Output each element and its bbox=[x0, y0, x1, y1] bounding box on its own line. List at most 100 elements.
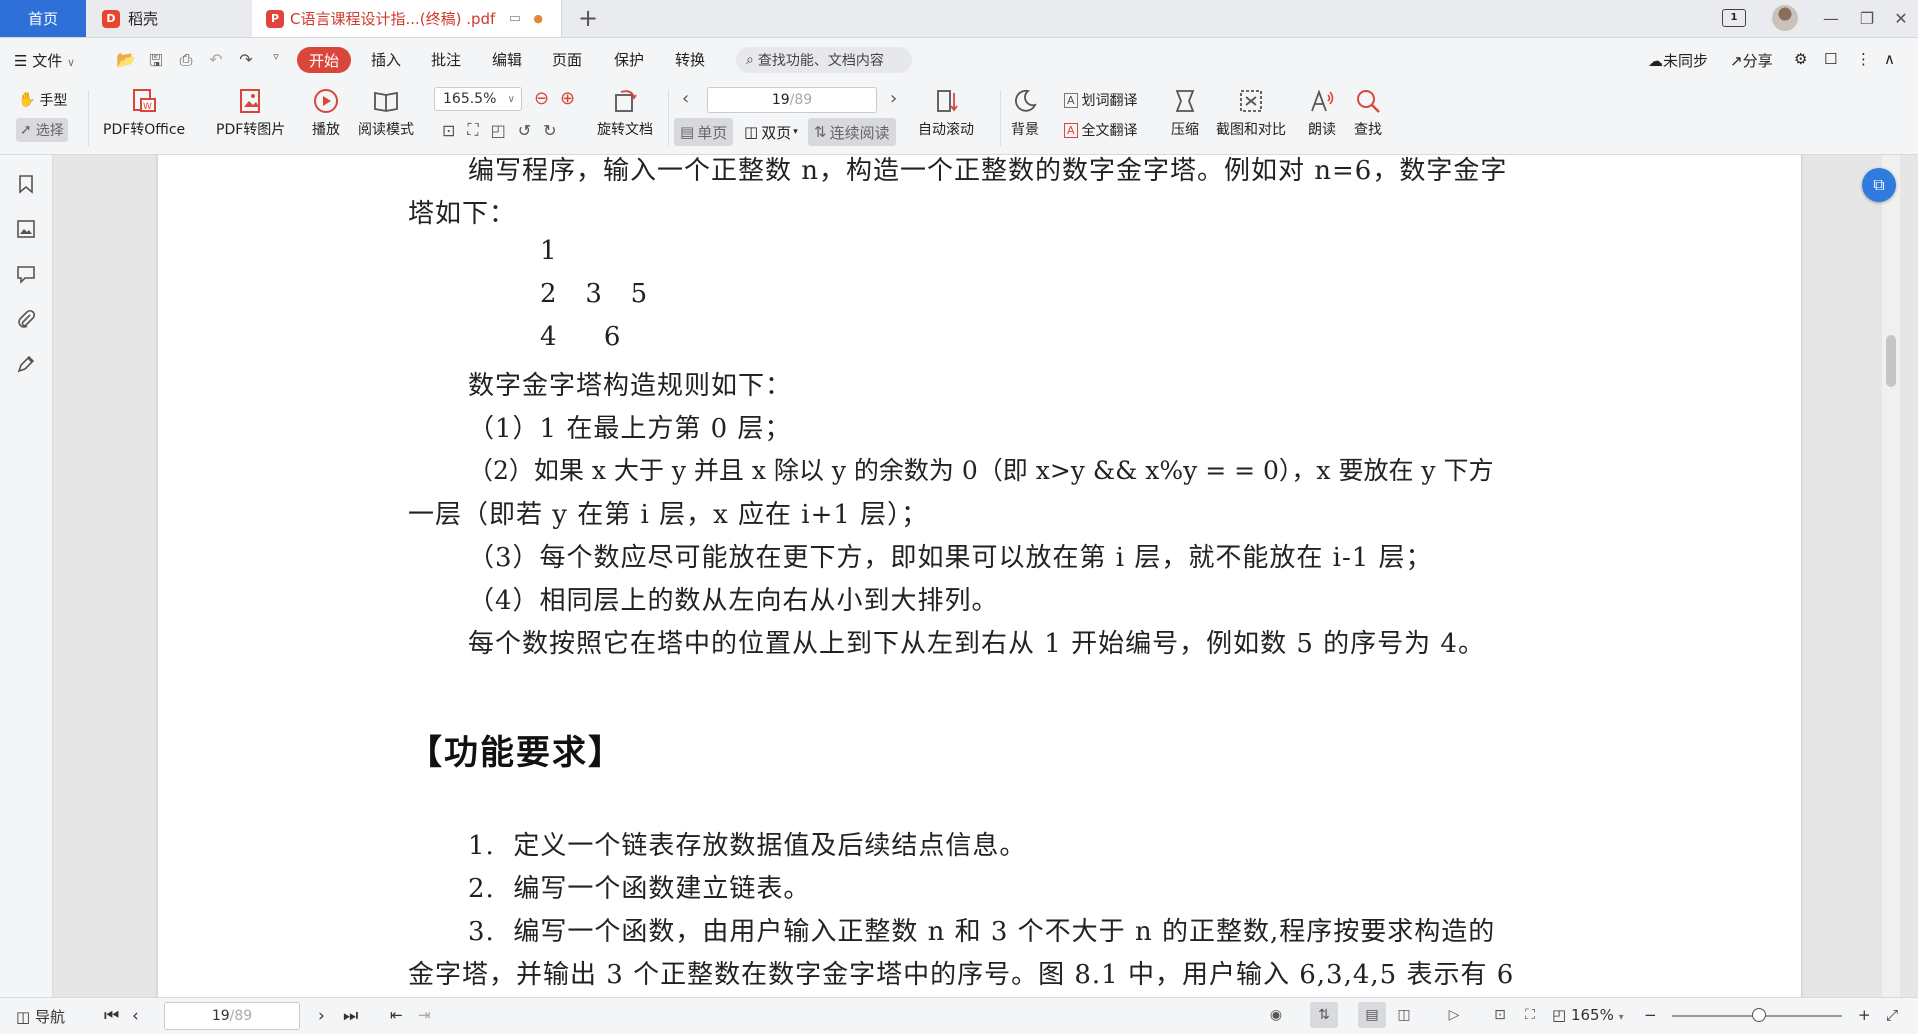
search-input[interactable]: ⌕ 查找功能、文档内容 bbox=[736, 47, 912, 73]
select-tool-button[interactable]: ➚ 选择 bbox=[16, 118, 68, 142]
double-page-icon[interactable]: ◫ bbox=[1390, 1002, 1418, 1028]
floating-tool-button[interactable]: ⧉ bbox=[1862, 168, 1896, 202]
double-page-button[interactable]: ◫ 双页 ▾ bbox=[738, 118, 804, 146]
print-icon[interactable]: ⎙ bbox=[176, 50, 196, 77]
compress-label: 压缩 bbox=[1171, 122, 1199, 138]
zoom-out-icon[interactable]: ⊖ bbox=[534, 88, 549, 109]
close-button[interactable]: ✕ bbox=[1882, 0, 1918, 37]
actual-size-icon[interactable]: ⊡ bbox=[1486, 1002, 1514, 1028]
page-number-input[interactable]: 19/89 bbox=[707, 87, 877, 113]
background-label: 背景 bbox=[1011, 122, 1039, 138]
full-translate-button[interactable]: A 全文翻译 bbox=[1064, 120, 1138, 140]
sync-button[interactable]: ☁未同步 bbox=[1648, 50, 1708, 71]
window-count-icon[interactable]: 1 bbox=[1722, 9, 1746, 27]
prev-page-icon[interactable]: ‹ bbox=[132, 1006, 139, 1026]
save-icon[interactable]: 🖫 bbox=[146, 50, 166, 77]
collapse-ribbon-icon[interactable]: ∧ bbox=[1884, 50, 1895, 68]
compress-button[interactable]: 压缩 bbox=[1170, 86, 1200, 139]
word-translate-button[interactable]: A 划词翻译 bbox=[1064, 90, 1138, 110]
signature-icon[interactable] bbox=[15, 353, 37, 375]
menu-tab-edit[interactable]: 编辑 bbox=[492, 49, 522, 70]
menu-tab-convert[interactable]: 转换 bbox=[675, 49, 705, 70]
next-page-icon[interactable]: › bbox=[890, 88, 897, 109]
cloud-icon: ☁ bbox=[1648, 52, 1663, 70]
scrollbar-thumb[interactable] bbox=[1886, 335, 1896, 387]
undo-icon[interactable]: ↶ bbox=[206, 50, 226, 77]
customize-icon[interactable]: ▿ bbox=[266, 50, 286, 77]
hand-tool-button[interactable]: ✋ 手型 bbox=[18, 90, 67, 110]
play-button[interactable]: 播放 bbox=[311, 86, 341, 139]
eye-protection-icon[interactable]: ◉ bbox=[1262, 1002, 1290, 1028]
zoom-slider-knob[interactable] bbox=[1752, 1008, 1766, 1022]
settings-icon[interactable]: ⚙ bbox=[1794, 50, 1807, 68]
avatar[interactable] bbox=[1772, 5, 1798, 31]
pdf-to-image-button[interactable]: PDF转图片 bbox=[216, 86, 285, 139]
thumbnail-icon[interactable] bbox=[15, 218, 37, 240]
monitor-icon[interactable]: ▭ bbox=[509, 11, 521, 26]
find-button[interactable]: 查找 bbox=[1353, 86, 1383, 139]
pdf-to-office-button[interactable]: W PDF转Office bbox=[103, 86, 185, 139]
moon-icon bbox=[1010, 86, 1040, 116]
file-menu-label: 文件 bbox=[32, 52, 63, 70]
rotate-right-icon[interactable]: ↻ bbox=[543, 121, 556, 140]
zoom-in-icon[interactable]: + bbox=[1858, 1006, 1871, 1024]
rotate-left-icon[interactable]: ↺ bbox=[518, 121, 531, 140]
background-button[interactable]: 背景 bbox=[1010, 86, 1040, 139]
menu-tab-page[interactable]: 页面 bbox=[552, 49, 582, 70]
more-icon[interactable]: ⋮ bbox=[1856, 50, 1871, 68]
tab-home[interactable]: 首页 bbox=[0, 0, 86, 37]
file-menu[interactable]: ☰ 文件 ∨ bbox=[14, 50, 75, 71]
screenshot-compare-button[interactable]: 截图和对比 bbox=[1216, 86, 1286, 139]
restore-button[interactable]: ❐ bbox=[1848, 0, 1886, 37]
zoom-in-icon[interactable]: ⊕ bbox=[560, 88, 575, 109]
minimize-button[interactable]: — bbox=[1812, 0, 1850, 37]
next-page-icon[interactable]: › bbox=[318, 1006, 325, 1026]
document-viewport[interactable]: 编写程序，输入一个正整数 n，构造一个正整数的数字金字塔。例如对 n=6，数字金… bbox=[53, 155, 1900, 997]
back-icon[interactable]: ⇤ bbox=[390, 1006, 403, 1024]
last-page-icon[interactable]: ⏭ bbox=[343, 1006, 358, 1026]
continuous-read-button[interactable]: ⇅ 连续阅读 bbox=[808, 118, 896, 146]
status-page-input[interactable]: 19/89 bbox=[164, 1002, 300, 1030]
single-page-button[interactable]: ▤ 单页 bbox=[674, 118, 734, 146]
zoom-select[interactable]: 165.5% ∨ bbox=[434, 87, 522, 111]
zoom-out-icon[interactable]: − bbox=[1644, 1006, 1657, 1024]
zoom-level-select[interactable]: ◰ 165% ▾ bbox=[1552, 1006, 1624, 1024]
fullscreen-icon[interactable]: ⤢ bbox=[1886, 1006, 1898, 1024]
fit-width-icon[interactable]: ◰ bbox=[491, 121, 506, 140]
single-page-icon[interactable]: ▤ bbox=[1358, 1002, 1386, 1028]
share-button[interactable]: ↗分享 bbox=[1730, 50, 1773, 71]
auto-scroll-button[interactable]: 自动滚动 bbox=[918, 86, 974, 139]
screenshot-compare-label: 截图和对比 bbox=[1216, 122, 1286, 138]
unsaved-dot-icon[interactable]: ● bbox=[533, 12, 543, 25]
bookmark-icon[interactable] bbox=[15, 173, 37, 195]
vertical-scrollbar[interactable] bbox=[1882, 155, 1900, 997]
rotate-document-button[interactable]: 旋转文档 bbox=[597, 86, 653, 139]
read-mode-button[interactable]: 阅读模式 bbox=[358, 86, 414, 139]
comment-icon[interactable] bbox=[15, 263, 37, 285]
menu-tab-insert[interactable]: 插入 bbox=[371, 49, 401, 70]
menu-tab-protect[interactable]: 保护 bbox=[614, 49, 644, 70]
open-folder-icon[interactable]: 📂 bbox=[116, 50, 136, 77]
continuous-view-icon[interactable]: ⇅ bbox=[1310, 1002, 1338, 1028]
search-icon: ⌕ bbox=[746, 52, 754, 68]
comment-box-icon[interactable]: ☐ bbox=[1824, 50, 1837, 68]
attachment-icon[interactable] bbox=[15, 308, 37, 330]
menu-tab-start[interactable]: 开始 bbox=[297, 47, 351, 73]
actual-size-icon[interactable]: ⊡ bbox=[442, 121, 455, 140]
tab-daoke[interactable]: D 稻壳 bbox=[88, 0, 248, 37]
full-translate-label: 全文翻译 bbox=[1081, 123, 1138, 139]
navigation-toggle[interactable]: ◫ 导航 bbox=[16, 1006, 65, 1027]
fit-page-icon[interactable]: ⛶ bbox=[1516, 1002, 1544, 1028]
first-page-icon[interactable]: ⏮ bbox=[104, 1006, 119, 1026]
pdf-to-image-icon bbox=[236, 86, 266, 116]
play-icon[interactable]: ▷ bbox=[1440, 1002, 1468, 1028]
forward-icon[interactable]: ⇥ bbox=[418, 1006, 431, 1024]
scissors-icon bbox=[1236, 86, 1266, 116]
menu-tab-comment[interactable]: 批注 bbox=[431, 49, 461, 70]
fit-page-icon[interactable]: ⛶ bbox=[467, 120, 478, 140]
redo-icon[interactable]: ↷ bbox=[236, 50, 256, 77]
new-tab-button[interactable]: + bbox=[578, 4, 598, 32]
read-aloud-button[interactable]: 朗读 bbox=[1307, 86, 1337, 139]
tab-document[interactable]: P C语言课程设计指...(终稿) .pdf ▭ ● bbox=[252, 0, 562, 37]
prev-page-icon[interactable]: ‹ bbox=[682, 88, 689, 109]
